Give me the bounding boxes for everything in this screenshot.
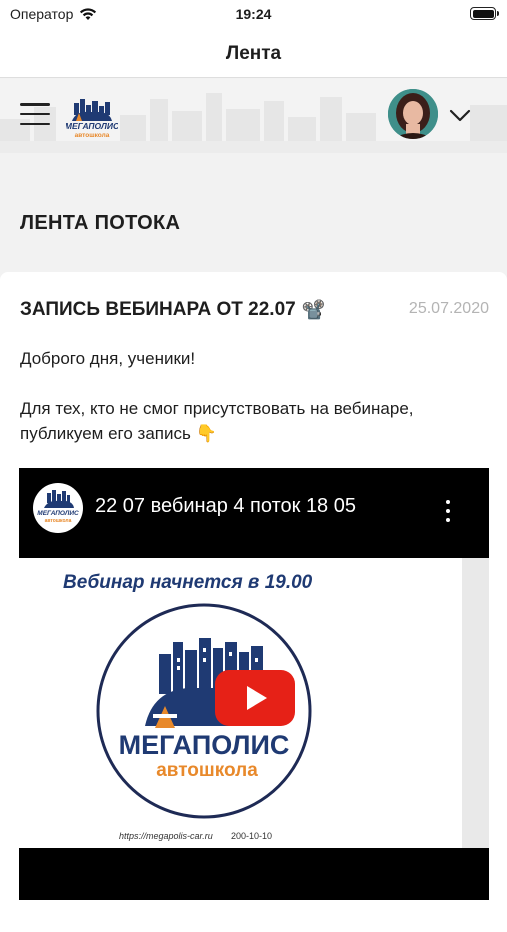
video-site: https://megapolis-car.ru (119, 831, 213, 841)
post-title-text: ЗАПИСЬ ВЕБИНАРА ОТ 22.07 (20, 299, 296, 320)
channel-avatar[interactable]: МЕГАПОЛИС автошкола (33, 483, 83, 533)
post-date: 25.07.2020 (408, 300, 489, 317)
navigation-bar: Лента (0, 30, 507, 78)
video-phone: 200-10-10 (231, 831, 273, 841)
battery-icon (470, 7, 499, 20)
chevron-down-icon[interactable] (448, 103, 472, 127)
section-title: ЛЕНТА ПОТОКА (20, 212, 181, 234)
user-avatar[interactable] (388, 89, 438, 139)
svg-text:автошкола: автошкола (45, 518, 72, 524)
channel-logo: МЕГАПОЛИС автошкола (37, 490, 79, 524)
menu-button[interactable] (20, 103, 50, 125)
post-body: Доброго дня, ученики! Для тех, кто не см… (20, 346, 480, 471)
video-caption: Вебинар начнется в 19.00 (63, 572, 313, 593)
megapolis-logo[interactable]: МЕГАПОЛИС автошкола (66, 97, 118, 139)
svg-text:МЕГАПОЛИС: МЕГАПОЛИС (37, 510, 79, 517)
film-projector-emoji: 📽️ (301, 300, 326, 321)
svg-text:автошкола: автошкола (75, 132, 110, 139)
brand-name: МЕГАПОЛИС (119, 730, 290, 760)
video-thumbnail-edge (462, 558, 489, 848)
megapolis-circle-logo: МЕГАПОЛИС автошкола (96, 603, 312, 819)
post-paragraph: Для тех, кто не смог присутствовать на в… (20, 399, 414, 443)
video-player[interactable]: МЕГАПОЛИС автошкола 22 07 вебинар 4 пото… (19, 468, 489, 900)
video-header: МЕГАПОЛИС автошкола 22 07 вебинар 4 пото… (19, 468, 489, 556)
more-options-icon[interactable] (445, 500, 451, 522)
avatar-photo (388, 89, 438, 139)
brand-subtitle: автошкола (156, 760, 258, 781)
svg-text:МЕГАПОЛИС: МЕГАПОЛИС (66, 121, 118, 131)
post-paragraph: Доброго дня, ученики! (20, 349, 196, 368)
video-title[interactable]: 22 07 вебинар 4 поток 18 05 (95, 495, 356, 518)
post-title[interactable]: ЗАПИСЬ ВЕБИНАРА ОТ 22.07 📽️ (20, 298, 325, 322)
app-header: МЕГАПОЛИС автошкола (0, 79, 507, 153)
page-title: Лента (225, 42, 282, 64)
clock: 19:24 (235, 6, 272, 22)
status-bar: Оператор 19:24 (0, 0, 507, 30)
